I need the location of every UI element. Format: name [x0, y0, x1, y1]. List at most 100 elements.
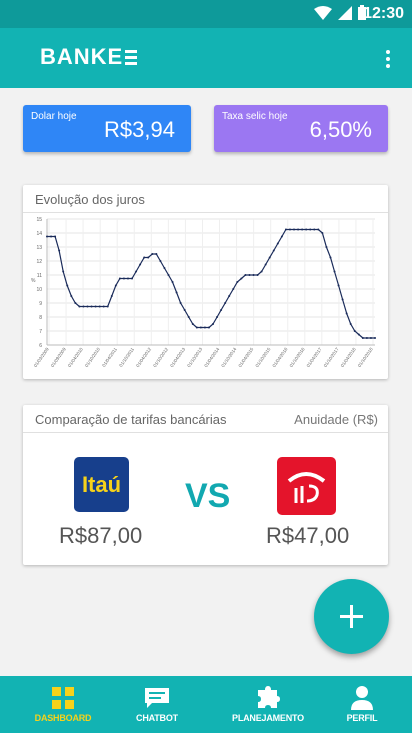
data-point — [240, 277, 243, 280]
x-tick-label: 01/04/2010 — [67, 346, 84, 368]
data-point — [313, 228, 316, 231]
x-tick-label: 01/04/2012 — [135, 346, 152, 368]
data-point — [333, 270, 336, 273]
divider — [23, 432, 388, 433]
data-point — [155, 253, 158, 255]
data-point — [361, 337, 364, 339]
nav-perfil-label: PERFIL — [346, 713, 378, 723]
data-point — [179, 302, 182, 304]
x-tick-label: 01/04/2016 — [272, 346, 289, 368]
x-tick-label: 01/04/2018 — [340, 346, 357, 368]
selic-value: 6,50% — [309, 117, 372, 142]
data-point — [122, 277, 125, 280]
data-point — [341, 298, 344, 301]
data-point — [131, 277, 134, 280]
wifi-icon — [314, 5, 332, 20]
data-point — [232, 288, 235, 290]
nav-perfil[interactable]: PERFIL — [342, 676, 382, 733]
y-tick-label: 9 — [39, 301, 42, 307]
data-point — [203, 326, 206, 329]
x-tick-label: 01/10/2012 — [152, 346, 169, 368]
add-button[interactable] — [314, 579, 389, 654]
series-line — [47, 228, 375, 339]
itau-logo-text: Itaú — [81, 471, 122, 497]
data-point — [159, 260, 162, 262]
bradesco-logo[interactable] — [277, 457, 336, 515]
x-tick-label: 01/10/2013 — [186, 346, 203, 368]
data-point — [94, 305, 97, 308]
data-point — [135, 270, 138, 273]
data-point — [171, 281, 174, 283]
dolar-card[interactable]: Dolar hoje R$3,94 — [23, 105, 191, 152]
data-point — [183, 309, 186, 311]
data-point — [353, 330, 356, 332]
x-tick-label: 01/04/2015 — [237, 346, 254, 368]
vs-label: VS — [185, 477, 231, 515]
data-point — [284, 228, 287, 231]
data-point — [309, 228, 312, 231]
x-tick-label: 01/03/2009 — [33, 346, 50, 368]
x-tick-label: 01/10/2010 — [84, 346, 101, 368]
data-point — [264, 263, 267, 266]
y-tick-label: 11 — [37, 273, 42, 279]
dolar-value: R$3,94 — [104, 117, 175, 142]
x-tick-label: 01/04/2017 — [306, 346, 323, 368]
data-point — [62, 270, 65, 273]
bradesco-price: R$47,00 — [266, 523, 350, 548]
itau-logo[interactable]: Itaú — [74, 457, 129, 512]
dolar-label: Dolar hoje — [31, 111, 77, 122]
nav-dashboard[interactable]: DASHBOARD — [30, 676, 96, 733]
x-tick-label: 01/10/2011 — [118, 346, 135, 367]
data-point — [187, 316, 190, 318]
data-point — [349, 323, 352, 325]
x-tick-label: 01/04/2011 — [101, 346, 118, 367]
data-point — [272, 249, 275, 252]
data-point — [220, 309, 223, 311]
data-point — [321, 232, 324, 234]
nav-chatbot[interactable]: CHATBOT — [132, 676, 182, 733]
y-tick-label: 15 — [36, 217, 42, 223]
data-point — [252, 274, 255, 276]
data-point — [167, 274, 170, 276]
data-point — [106, 305, 109, 308]
nav-chatbot-label: CHATBOT — [136, 713, 178, 723]
bottom-nav: DASHBOARD CHATBOT PLANEJAMENTO PERFIL — [0, 676, 412, 733]
data-point — [66, 284, 69, 287]
data-point — [126, 277, 129, 280]
data-point — [118, 277, 121, 280]
x-tick-label: 01/10/2014 — [220, 346, 237, 368]
data-point — [147, 256, 150, 259]
data-point — [374, 337, 376, 339]
bradesco-logo-icon — [287, 472, 326, 503]
data-point — [195, 326, 198, 329]
data-point — [297, 228, 300, 231]
data-point — [301, 228, 304, 231]
x-tick-label: 01/10/2017 — [323, 346, 340, 368]
x-tick-label: 01/04/2013 — [169, 346, 186, 368]
interest-chart-panel: Evolução dos juros 6 7 8 9 10 11 12 13 14 15% 01/0… — [23, 185, 388, 379]
data-point — [163, 267, 166, 269]
nav-planejamento[interactable]: PLANEJAMENTO — [232, 676, 304, 733]
data-point — [216, 316, 219, 318]
x-tick-label: 01/10/2018 — [357, 346, 374, 368]
data-point — [143, 256, 146, 259]
data-point — [345, 312, 348, 315]
nav-dashboard-label: DASHBOARD — [34, 713, 92, 723]
annual-fee-label: Anuidade (R$) — [294, 412, 378, 427]
selic-card[interactable]: Taxa selic hoje 6,50% — [214, 105, 388, 152]
data-point — [70, 295, 73, 297]
y-tick-label: 14 — [36, 231, 42, 237]
x-tick-label: 01/10/2016 — [289, 346, 306, 368]
more-vert-icon[interactable] — [386, 50, 392, 68]
data-point — [151, 253, 154, 255]
selic-label: Taxa selic hoje — [222, 111, 288, 122]
x-tick-label: 01/10/2015 — [254, 346, 271, 368]
data-point — [139, 263, 142, 266]
chart-panel-title: Evolução dos juros — [35, 192, 145, 207]
data-point — [337, 284, 340, 287]
y-tick-label: 7 — [39, 329, 42, 335]
data-point — [102, 305, 105, 308]
x-tick-label: 01/04/2014 — [203, 346, 220, 368]
y-tick-label: 12 — [36, 259, 42, 265]
data-point — [199, 326, 202, 329]
